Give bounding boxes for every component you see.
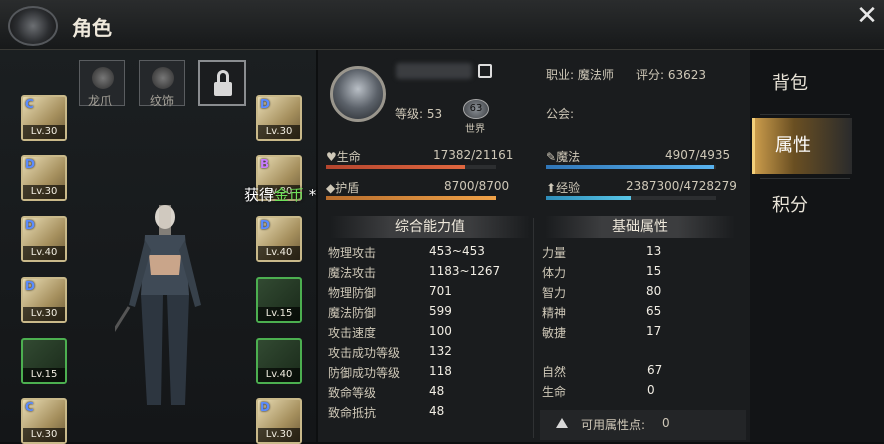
- list-item: 精神 65: [542, 304, 662, 320]
- slot-level: Lv.40: [23, 246, 65, 260]
- list-item: 魔法攻击 1183~1267: [328, 264, 501, 280]
- slot-level: Lv.40: [258, 368, 300, 382]
- list-item: 攻击成功等级 132: [328, 344, 452, 360]
- slot-level: Lv.30: [23, 307, 65, 321]
- equip-slot-left-6[interactable]: C Lv.30: [21, 398, 67, 444]
- list-item: 体力 15: [542, 264, 662, 280]
- equip-slot-left-4[interactable]: D Lv.30: [21, 277, 67, 323]
- list-item: 敏捷 17: [542, 324, 662, 340]
- equip-slot-left-2[interactable]: D Lv.30: [21, 155, 67, 201]
- available-points-value: 0: [662, 416, 670, 430]
- grade-badge: D: [25, 157, 35, 171]
- tab-attributes[interactable]: 属性: [752, 118, 852, 174]
- list-item: 致命等级 48: [328, 384, 445, 400]
- slot-level: Lv.30: [258, 428, 300, 442]
- equip-slot-left-1[interactable]: C Lv.30: [21, 95, 67, 141]
- section-divider: [533, 218, 534, 438]
- exp-bar: [546, 196, 716, 200]
- tab-bag[interactable]: 背包: [752, 56, 852, 112]
- edit-icon[interactable]: [478, 64, 492, 78]
- base-stats-title: 基础属性: [545, 216, 735, 238]
- emblem-icon: [8, 6, 58, 46]
- grade-badge: D: [260, 218, 270, 232]
- guild-label: 公会:: [546, 107, 575, 121]
- avatar: [330, 66, 386, 122]
- grade-badge: D: [25, 218, 35, 232]
- list-item: 物理防御 701: [328, 284, 452, 300]
- grade-badge: C: [25, 400, 34, 414]
- player-name-redacted: [396, 63, 472, 79]
- equip-slot-left-5[interactable]: Lv.15: [21, 338, 67, 384]
- list-item: 攻击速度 100: [328, 324, 452, 340]
- exp-label: ⬆经验: [546, 181, 581, 195]
- hp-bar: [326, 165, 496, 169]
- equip-slot-right-1[interactable]: D Lv.30: [256, 95, 302, 141]
- list-item: 致命抵抗 48: [328, 404, 445, 420]
- score-label: 评分: 63623: [636, 68, 707, 82]
- list-item: 力量 13: [542, 244, 662, 260]
- dragon-claw-label: 龙爪: [88, 94, 113, 108]
- grade-badge: B: [260, 157, 270, 171]
- combat-stats-title: 综合能力值: [330, 216, 530, 238]
- list-item: 物理攻击 453~453: [328, 244, 485, 260]
- slot-level: Lv.15: [258, 307, 300, 321]
- world-rank-badge: 63: [463, 99, 489, 119]
- slot-level: Lv.30: [23, 428, 65, 442]
- exp-value: 2387300/4728279: [626, 179, 737, 193]
- job-label: 职业: 魔法师: [546, 68, 614, 82]
- locked-slot[interactable]: [198, 60, 246, 106]
- mp-value: 4907/4935: [665, 148, 731, 162]
- grade-badge: D: [260, 97, 270, 111]
- hp-label: ♥生命: [326, 150, 361, 164]
- equip-slot-right-4[interactable]: Lv.15: [256, 277, 302, 323]
- list-item: 防御成功等级 118: [328, 364, 452, 380]
- slot-level: Lv.30: [23, 185, 65, 199]
- grade-badge: C: [25, 97, 34, 111]
- ornament-icon: [152, 67, 174, 89]
- page-title: 角色: [72, 16, 112, 40]
- shield-bar: [326, 196, 496, 200]
- title-bar: 角色: [0, 0, 884, 50]
- hp-value: 17382/21161: [433, 148, 514, 162]
- equip-slot-right-3[interactable]: D Lv.40: [256, 216, 302, 262]
- world-label: 世界: [465, 124, 485, 135]
- grade-badge: D: [25, 279, 35, 293]
- slot-level: Lv.30: [258, 125, 300, 139]
- list-item: 魔法防御 599: [328, 304, 452, 320]
- equip-slot-right-5[interactable]: Lv.40: [256, 338, 302, 384]
- shield-value: 8700/8700: [444, 179, 510, 193]
- slot-level: Lv.15: [23, 368, 65, 382]
- list-item: 自然 67: [542, 363, 663, 379]
- warning-icon: [556, 418, 568, 428]
- grade-badge: D: [260, 400, 270, 414]
- dragon-claw-icon: [92, 67, 114, 89]
- equip-slot-left-3[interactable]: D Lv.40: [21, 216, 67, 262]
- list-item: 生命 0: [542, 383, 655, 399]
- available-points-label: 可用属性点:: [581, 418, 646, 432]
- ornament-label: 纹饰: [150, 94, 175, 108]
- mp-label: ✎魔法: [546, 150, 581, 164]
- mp-bar: [546, 165, 716, 169]
- shield-label: ◆护盾: [326, 181, 360, 195]
- tab-points[interactable]: 积分: [752, 178, 852, 234]
- slot-level: Lv.40: [258, 246, 300, 260]
- close-icon[interactable]: ✕: [852, 2, 882, 32]
- slot-level: Lv.30: [23, 125, 65, 139]
- equip-slot-right-6[interactable]: D Lv.30: [256, 398, 302, 444]
- level-label: 等级: 53: [395, 107, 443, 121]
- list-item: 智力 80: [542, 284, 662, 300]
- character-model[interactable]: [115, 195, 215, 415]
